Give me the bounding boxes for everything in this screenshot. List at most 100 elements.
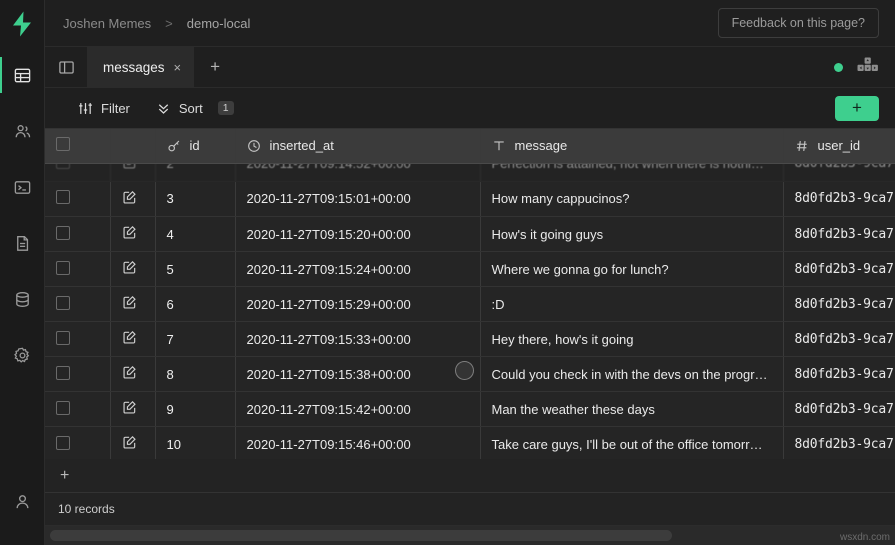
- header-select-all[interactable]: [45, 129, 110, 163]
- insert-row-button[interactable]: +: [835, 96, 879, 121]
- cell-message[interactable]: Take care guys, I'll be out of the offic…: [480, 427, 783, 460]
- cell-message[interactable]: Could you check in with the devs on the …: [480, 357, 783, 392]
- row-edit-cell[interactable]: [110, 164, 155, 182]
- sidebar-item-sql-editor[interactable]: [0, 159, 45, 215]
- edit-row-icon[interactable]: [122, 435, 137, 450]
- cell-id[interactable]: 3: [155, 182, 235, 217]
- cell-user-id[interactable]: 8d0fd2b3-9ca7-4d9e: [783, 164, 895, 182]
- cell-message[interactable]: Man the weather these days: [480, 392, 783, 427]
- cell-inserted-at[interactable]: 2020-11-27T09:15:38+00:00: [235, 357, 480, 392]
- edit-row-icon[interactable]: [122, 365, 137, 380]
- edit-row-icon[interactable]: [122, 400, 137, 415]
- sidebar-item-authentication[interactable]: [0, 103, 45, 159]
- header-inserted-at[interactable]: inserted_at: [235, 129, 480, 163]
- row-edit-cell[interactable]: [110, 217, 155, 252]
- row-edit-cell[interactable]: [110, 322, 155, 357]
- cell-id[interactable]: 8: [155, 357, 235, 392]
- cell-message[interactable]: :D: [480, 287, 783, 322]
- scrollbar-thumb[interactable]: [50, 530, 672, 541]
- row-checkbox[interactable]: [56, 226, 70, 240]
- cell-id[interactable]: 6: [155, 287, 235, 322]
- sidebar-item-account[interactable]: [0, 473, 45, 529]
- tab-messages[interactable]: messages ×: [87, 47, 194, 87]
- edit-row-icon[interactable]: [122, 260, 137, 275]
- cell-inserted-at[interactable]: 2020-11-27T09:15:01+00:00: [235, 182, 480, 217]
- table-row[interactable]: 52020-11-27T09:15:24+00:00Where we gonna…: [45, 252, 895, 287]
- feedback-button[interactable]: Feedback on this page?: [718, 8, 879, 38]
- scrollbar-track[interactable]: [50, 530, 890, 541]
- edit-row-icon[interactable]: [122, 190, 137, 205]
- cell-id[interactable]: 5: [155, 252, 235, 287]
- header-user-id[interactable]: user_id: [783, 129, 895, 163]
- row-checkbox[interactable]: [56, 401, 70, 415]
- row-checkbox[interactable]: [56, 296, 70, 310]
- row-checkbox[interactable]: [56, 366, 70, 380]
- row-select-cell[interactable]: [45, 357, 110, 392]
- row-select-cell[interactable]: [45, 182, 110, 217]
- cell-user-id[interactable]: 8d0fd2b3-9ca7-4d9e: [783, 182, 895, 217]
- cell-id[interactable]: 2: [155, 164, 235, 182]
- breadcrumb-project[interactable]: demo-local: [187, 16, 251, 31]
- row-select-cell[interactable]: [45, 427, 110, 460]
- sidebar-item-settings[interactable]: [0, 327, 45, 383]
- horizontal-scrollbar[interactable]: [45, 526, 895, 545]
- sidebar-item-table-editor[interactable]: [0, 47, 45, 103]
- cell-id[interactable]: 4: [155, 217, 235, 252]
- row-edit-cell[interactable]: [110, 252, 155, 287]
- breadcrumb-org[interactable]: Joshen Memes: [63, 16, 151, 31]
- cell-inserted-at[interactable]: 2020-11-27T09:14:52+00:00: [235, 164, 480, 182]
- cell-id[interactable]: 9: [155, 392, 235, 427]
- table-row[interactable]: 62020-11-27T09:15:29+00:00:D8d0fd2b3-9ca…: [45, 287, 895, 322]
- cell-user-id[interactable]: 8d0fd2b3-9ca7-4d9e: [783, 217, 895, 252]
- table-row[interactable]: 42020-11-27T09:15:20+00:00How's it going…: [45, 217, 895, 252]
- cell-inserted-at[interactable]: 2020-11-27T09:15:29+00:00: [235, 287, 480, 322]
- edit-row-icon[interactable]: [122, 330, 137, 345]
- header-id[interactable]: id: [155, 129, 235, 163]
- row-select-cell[interactable]: [45, 322, 110, 357]
- cell-inserted-at[interactable]: 2020-11-27T09:15:42+00:00: [235, 392, 480, 427]
- cell-user-id[interactable]: 8d0fd2b3-9ca7-4d9e: [783, 252, 895, 287]
- cell-user-id[interactable]: 8d0fd2b3-9ca7-4d9e: [783, 357, 895, 392]
- cell-user-id[interactable]: 8d0fd2b3-9ca7-4d9e: [783, 427, 895, 460]
- row-select-cell[interactable]: [45, 252, 110, 287]
- cell-user-id[interactable]: 8d0fd2b3-9ca7-4d9e: [783, 287, 895, 322]
- table-row[interactable]: 82020-11-27T09:15:38+00:00Could you chec…: [45, 357, 895, 392]
- row-select-cell[interactable]: [45, 287, 110, 322]
- row-edit-cell[interactable]: [110, 287, 155, 322]
- cell-message[interactable]: Hey there, how's it going: [480, 322, 783, 357]
- row-checkbox[interactable]: [56, 164, 70, 170]
- sort-button[interactable]: Sort 1: [156, 101, 234, 116]
- cell-message[interactable]: How many cappucinos?: [480, 182, 783, 217]
- table-row[interactable]: 32020-11-27T09:15:01+00:00How many cappu…: [45, 182, 895, 217]
- cell-message[interactable]: Where we gonna go for lunch?: [480, 252, 783, 287]
- row-select-cell[interactable]: [45, 164, 110, 182]
- filter-button[interactable]: Filter: [78, 101, 130, 116]
- row-edit-cell[interactable]: [110, 182, 155, 217]
- table-row[interactable]: 92020-11-27T09:15:42+00:00Man the weathe…: [45, 392, 895, 427]
- cell-inserted-at[interactable]: 2020-11-27T09:15:20+00:00: [235, 217, 480, 252]
- cell-message[interactable]: Perfection is attained, not when there i…: [480, 164, 783, 182]
- table-row[interactable]: 2 2020-11-27T09:14:52+00:00 Perfection i…: [45, 164, 895, 182]
- brand-logo[interactable]: [0, 0, 45, 47]
- row-edit-cell[interactable]: [110, 392, 155, 427]
- edit-row-icon[interactable]: [122, 164, 137, 170]
- table-row[interactable]: 72020-11-27T09:15:33+00:00Hey there, how…: [45, 322, 895, 357]
- edit-row-icon[interactable]: [122, 295, 137, 310]
- table-row[interactable]: 102020-11-27T09:15:46+00:00Take care guy…: [45, 427, 895, 460]
- row-select-cell[interactable]: [45, 217, 110, 252]
- grid-scroll-area[interactable]: id: [45, 129, 895, 459]
- cell-inserted-at[interactable]: 2020-11-27T09:15:24+00:00: [235, 252, 480, 287]
- row-checkbox[interactable]: [56, 261, 70, 275]
- cell-inserted-at[interactable]: 2020-11-27T09:15:46+00:00: [235, 427, 480, 460]
- cell-user-id[interactable]: 8d0fd2b3-9ca7-4d9e: [783, 392, 895, 427]
- cell-inserted-at[interactable]: 2020-11-27T09:15:33+00:00: [235, 322, 480, 357]
- arrow-keys-icon[interactable]: [857, 57, 879, 77]
- add-tab-button[interactable]: +: [194, 47, 236, 87]
- sidebar-item-docs[interactable]: [0, 215, 45, 271]
- row-checkbox[interactable]: [56, 190, 70, 204]
- panel-toggle-button[interactable]: [45, 47, 87, 87]
- select-all-checkbox[interactable]: [56, 137, 70, 151]
- row-select-cell[interactable]: [45, 392, 110, 427]
- row-checkbox[interactable]: [56, 436, 70, 450]
- row-checkbox[interactable]: [56, 331, 70, 345]
